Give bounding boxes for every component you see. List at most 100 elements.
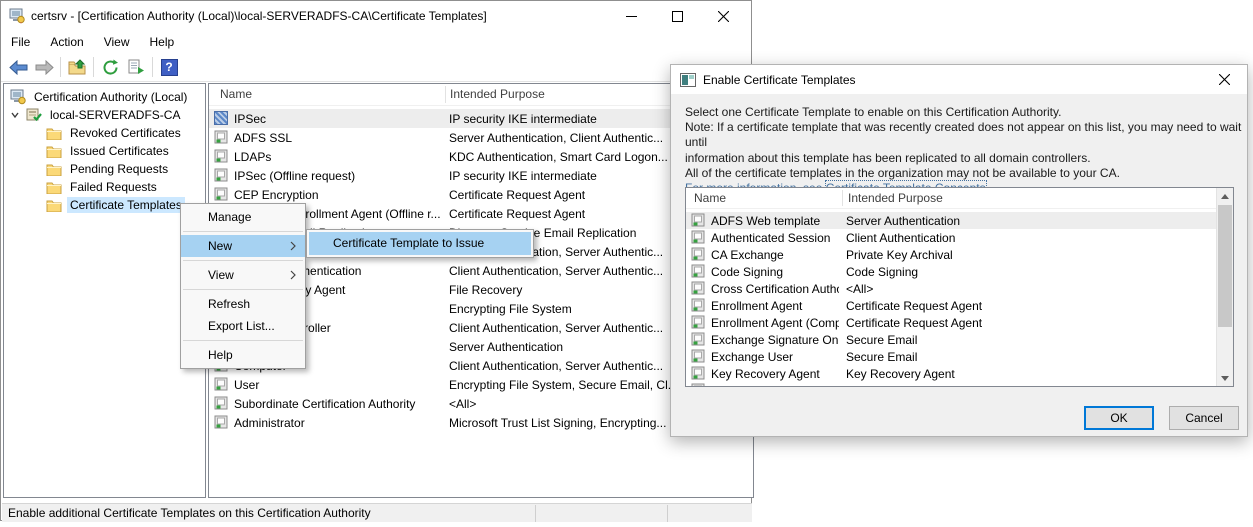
chevron-down-icon[interactable]	[10, 110, 20, 120]
status-bar: Enable additional Certificate Templates …	[2, 503, 752, 522]
dialog-description: Select one Certificate Template to enabl…	[685, 105, 1247, 196]
scroll-down-button[interactable]	[1217, 370, 1233, 386]
cell-name: Enrollment Agent (Computer)	[711, 316, 839, 330]
menu-item-export-list[interactable]: Export List...	[181, 315, 305, 337]
scroll-up-button[interactable]	[1217, 188, 1233, 204]
tree-item-issued-certificates[interactable]: Issued Certificates	[46, 142, 172, 160]
table-row[interactable]: Cross Certification Authority<All>	[686, 280, 1216, 297]
forward-arrow-icon	[35, 60, 54, 75]
table-row[interactable]: ADFS Web templateServer Authentication	[686, 212, 1216, 229]
cell-name: CA Exchange	[711, 248, 839, 262]
minimize-button[interactable]	[608, 1, 654, 31]
help-button[interactable]: ?	[156, 55, 182, 79]
tree-item-root[interactable]: Certification Authority (Local)	[10, 88, 190, 106]
ok-button[interactable]: OK	[1084, 406, 1154, 430]
forward-button[interactable]	[31, 55, 57, 79]
column-header-name[interactable]: Name	[694, 188, 726, 208]
dialog-titlebar[interactable]: Enable Certificate Templates	[671, 65, 1247, 94]
column-header-intended-purpose[interactable]: Intended Purpose	[848, 188, 943, 208]
menu-separator	[183, 260, 303, 261]
dialog-close-button[interactable]	[1203, 65, 1245, 94]
template-icon	[691, 366, 705, 380]
folder-up-icon	[68, 59, 86, 75]
cell-name: Exchange Signature Only	[711, 333, 839, 347]
submenu-arrow-icon	[290, 241, 296, 251]
menu-item-new[interactable]: New	[181, 235, 305, 257]
folder-icon	[46, 145, 62, 158]
table-row[interactable]: Key Recovery AgentKey Recovery Agent	[686, 365, 1216, 382]
table-row[interactable]: Code SigningCode Signing	[686, 263, 1216, 280]
column-divider[interactable]	[842, 190, 843, 206]
maximize-button[interactable]	[654, 1, 700, 31]
tree-item-failed-requests[interactable]: Failed Requests	[46, 178, 160, 196]
minimize-icon	[626, 11, 637, 22]
status-separator	[535, 505, 536, 522]
cell-name: User	[234, 378, 442, 392]
table-row[interactable]: CA Exchange Private Key Archival	[686, 246, 1216, 263]
cell-name: IPSec	[234, 112, 442, 126]
table-row[interactable]: OCSP Response SigningOCSP Signing	[686, 382, 1216, 387]
menu-help[interactable]: Help	[140, 32, 185, 52]
tree-item-pending-requests[interactable]: Pending Requests	[46, 160, 171, 178]
cell-purpose: Private Key Archival	[846, 248, 1206, 262]
menu-action[interactable]: Action	[40, 32, 93, 52]
scrollbar-thumb[interactable]	[1218, 205, 1232, 327]
menu-view[interactable]: View	[94, 32, 140, 52]
toolbar: ?	[1, 53, 751, 82]
menu-item-manage[interactable]: Manage	[181, 206, 305, 228]
template-icon	[691, 298, 705, 312]
column-divider[interactable]	[445, 86, 446, 103]
refresh-button[interactable]	[97, 55, 123, 79]
template-icon	[691, 230, 705, 244]
cell-purpose: Secure Email	[846, 350, 1206, 364]
description-line: Note: If a certificate template that was…	[685, 120, 1247, 150]
menu-item-view[interactable]: View	[181, 264, 305, 286]
table-row[interactable]: Enrollment Agent (Computer)Certificate R…	[686, 314, 1216, 331]
export-list-button[interactable]	[123, 55, 149, 79]
cell-name: Administrator	[234, 416, 442, 430]
maximize-icon	[672, 11, 683, 22]
template-icon	[691, 332, 705, 346]
template-icon	[214, 415, 228, 429]
tree-label-selected: Certificate Templates	[67, 197, 185, 213]
close-button[interactable]	[700, 1, 746, 31]
vertical-scrollbar[interactable]	[1216, 188, 1233, 386]
titlebar[interactable]: certsrv - [Certification Authority (Loca…	[1, 1, 751, 31]
status-text: Enable additional Certificate Templates …	[8, 506, 371, 520]
tree-label: Failed Requests	[67, 179, 160, 195]
description-line: information about this template has been…	[685, 151, 1247, 166]
enable-certificate-templates-dialog: Enable Certificate Templates Select one …	[670, 64, 1248, 437]
cancel-button[interactable]: Cancel	[1169, 406, 1239, 430]
table-row[interactable]: Exchange Signature OnlySecure Email	[686, 331, 1216, 348]
cell-name: Enrollment Agent	[711, 299, 839, 313]
tree-item-ca[interactable]: local-SERVERADFS-CA	[10, 106, 183, 124]
template-icon	[214, 187, 228, 201]
template-icon	[214, 111, 228, 125]
dialog-title: Enable Certificate Templates	[703, 73, 856, 87]
back-button[interactable]	[5, 55, 31, 79]
cell-name: CEP Encryption	[234, 188, 442, 202]
console-tree-button[interactable]	[64, 55, 90, 79]
table-row[interactable]: Authenticated SessionClient Authenticati…	[686, 229, 1216, 246]
menu-item-label: Manage	[208, 210, 251, 224]
table-row[interactable]: Exchange UserSecure Email	[686, 348, 1216, 365]
menu-separator	[183, 231, 303, 232]
menu-item-certificate-template-to-issue[interactable]: Certificate Template to Issue	[309, 232, 531, 255]
folder-icon	[46, 181, 62, 194]
tree-label: Pending Requests	[67, 161, 171, 177]
menu-item-label: Export List...	[208, 319, 275, 333]
tree-item-certificate-templates[interactable]: Certificate Templates	[46, 196, 185, 214]
description-line: All of the certificate templates in the …	[685, 166, 1247, 181]
cell-name: OCSP Response Signing	[711, 384, 839, 388]
cell-purpose: Certificate Request Agent	[846, 299, 1206, 313]
column-header-name[interactable]: Name	[220, 84, 252, 105]
menu-file[interactable]: File	[1, 32, 40, 52]
template-icon	[214, 149, 228, 163]
menu-item-help[interactable]: Help	[181, 344, 305, 366]
template-icon	[691, 247, 705, 261]
table-row[interactable]: Enrollment Agent Certificate Request Agen…	[686, 297, 1216, 314]
column-header-intended-purpose[interactable]: Intended Purpose	[450, 84, 545, 105]
tree-item-revoked-certificates[interactable]: Revoked Certificates	[46, 124, 184, 142]
template-icon	[214, 396, 228, 410]
menu-item-refresh[interactable]: Refresh	[181, 293, 305, 315]
